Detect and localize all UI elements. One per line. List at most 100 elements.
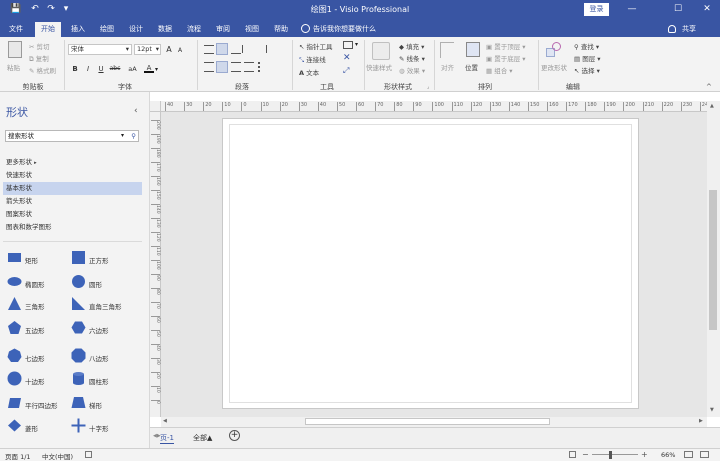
fit-window-icon[interactable]: [684, 451, 693, 458]
zoom-slider-thumb[interactable]: [609, 451, 612, 459]
stencil-more-shapes[interactable]: 更多形状 ▸: [3, 156, 142, 169]
shape-rectangle[interactable]: 矩形: [7, 248, 67, 270]
cut-button[interactable]: ✂ 剪切: [29, 41, 50, 51]
quick-styles-icon[interactable]: [372, 42, 390, 60]
all-pages-button[interactable]: 全部▲: [193, 433, 212, 443]
add-page-icon[interactable]: +: [229, 430, 240, 441]
align-top-icon[interactable]: [204, 45, 214, 54]
zoom-in-icon[interactable]: +: [641, 450, 648, 459]
search-shapes-input[interactable]: 搜索形状 ▾ ⚲: [5, 130, 139, 142]
group-button[interactable]: ▦ 组合 ▾: [486, 65, 513, 75]
share-button[interactable]: 共享: [682, 22, 696, 36]
align-center-icon[interactable]: [216, 61, 228, 73]
line-button[interactable]: ✎ 线条 ▾: [399, 53, 425, 63]
tab-process[interactable]: 流程: [182, 22, 206, 37]
align-middle-icon[interactable]: [216, 43, 228, 55]
quick-styles-button[interactable]: 快速样式: [366, 62, 392, 72]
page-tab-1[interactable]: 页-1: [160, 433, 174, 444]
zoom-out-icon[interactable]: −: [582, 450, 589, 459]
italic-button[interactable]: I: [83, 64, 93, 74]
connection-point-icon[interactable]: ✕: [343, 53, 351, 63]
stencil-quick-shapes[interactable]: 快速形状: [3, 169, 142, 182]
horizontal-ruler[interactable]: 40 30 20 10 0 10 20 30 40 50 60 70 80 90 100 110 120 130 1…: [150, 101, 720, 112]
macro-record-icon[interactable]: [85, 451, 92, 458]
zoom-level[interactable]: 66%: [661, 451, 675, 459]
find-button[interactable]: ⚲ 查找 ▾: [574, 41, 599, 51]
format-painter-button[interactable]: ✎ 格式刷: [29, 65, 56, 75]
align-button[interactable]: 对齐: [441, 62, 454, 72]
select-button[interactable]: ↖ 选择 ▾: [574, 65, 600, 75]
decrease-indent-icon[interactable]: [242, 45, 252, 53]
switch-windows-icon[interactable]: [700, 451, 709, 458]
scroll-up-icon[interactable]: ▲: [710, 103, 714, 109]
align-left-icon[interactable]: [204, 62, 214, 72]
change-shape-button[interactable]: 更改形状: [541, 62, 567, 72]
tab-design[interactable]: 设计: [124, 22, 148, 37]
change-shape-icon[interactable]: [546, 42, 562, 58]
shape-cylinder[interactable]: 圆柱形: [71, 369, 141, 391]
search-icon[interactable]: ⚲: [131, 131, 136, 141]
copy-button[interactable]: ⧉ 复制: [29, 53, 49, 64]
signin-button[interactable]: 登录: [584, 3, 609, 16]
shape-parallelogram[interactable]: 平行四边形: [7, 393, 71, 415]
vertical-scroll-thumb[interactable]: [709, 190, 717, 330]
shrink-font-button[interactable]: A: [175, 46, 185, 56]
bullets-icon[interactable]: [258, 62, 268, 72]
stencil-chart-math-shapes[interactable]: 图表和数学图形: [3, 221, 142, 234]
dialog-launcher-icon[interactable]: ⌟: [427, 84, 429, 90]
paste-icon[interactable]: [8, 41, 22, 58]
tab-file[interactable]: 文件: [4, 22, 28, 37]
send-to-back-button[interactable]: ▣ 置于底层 ▾: [486, 53, 526, 63]
grow-font-button[interactable]: A: [164, 45, 174, 55]
shape-trapezoid[interactable]: 梯形: [71, 393, 141, 415]
stencil-basic-shapes[interactable]: 基本形状: [3, 182, 142, 195]
close-button[interactable]: ✕: [694, 0, 720, 19]
pointer-tool-button[interactable]: ↖ 指针工具: [299, 41, 333, 51]
position-icon[interactable]: [466, 42, 480, 57]
connector-button[interactable]: ⤡ 连接线: [299, 54, 326, 65]
effects-button[interactable]: ◍ 效果 ▾: [399, 65, 425, 75]
font-color-button[interactable]: A: [144, 63, 154, 73]
rectangle-tool-icon[interactable]: [343, 41, 353, 49]
shape-square[interactable]: 正方形: [71, 248, 141, 270]
horizontal-scroll-thumb[interactable]: [305, 418, 550, 425]
font-size-select[interactable]: 12pt ▾: [134, 44, 161, 55]
page-indicator[interactable]: 页面 1/1: [5, 451, 31, 461]
shape-hexagon[interactable]: 六边形: [71, 318, 141, 340]
collapse-panel-icon[interactable]: ‹: [134, 106, 138, 116]
language-indicator[interactable]: 中文(中国): [42, 451, 73, 461]
stencil-pattern-shapes[interactable]: 图案形状: [3, 208, 142, 221]
align-icon[interactable]: [440, 42, 454, 58]
tab-view[interactable]: 视图: [240, 22, 264, 37]
minimize-button[interactable]: —: [619, 0, 645, 19]
text-tool-button[interactable]: A 文本: [299, 67, 319, 77]
fit-page-icon[interactable]: [569, 451, 576, 458]
justify-icon[interactable]: [244, 62, 254, 72]
tab-data[interactable]: 数据: [153, 22, 177, 37]
align-bottom-icon[interactable]: [231, 45, 241, 54]
stencil-arrow-shapes[interactable]: 箭头形状: [3, 195, 142, 208]
shape-pentagon[interactable]: 五边形: [7, 318, 67, 340]
position-button[interactable]: 位置: [465, 62, 478, 72]
shape-right-triangle[interactable]: 直角三角形: [71, 294, 141, 316]
crop-icon[interactable]: ⤢: [343, 66, 349, 76]
align-right-icon[interactable]: [231, 62, 241, 72]
layers-button[interactable]: ▤ 图层 ▾: [574, 53, 601, 63]
chevron-down-icon[interactable]: ▾: [155, 66, 158, 73]
shape-diamond[interactable]: 菱形: [7, 416, 67, 438]
shape-ellipse[interactable]: 椭圆形: [7, 272, 67, 294]
increase-indent-icon[interactable]: [257, 45, 267, 53]
scroll-down-icon[interactable]: ▼: [710, 407, 714, 413]
shape-heptagon[interactable]: 七边形: [7, 346, 67, 368]
paste-button[interactable]: 粘贴: [7, 62, 20, 72]
tab-help[interactable]: 帮助: [269, 22, 293, 37]
fill-button[interactable]: ◆ 填充 ▾: [399, 41, 424, 51]
tell-me-box[interactable]: 告诉我你想要做什么: [313, 22, 393, 37]
tab-draw[interactable]: 绘图: [95, 22, 119, 37]
strikethrough-button[interactable]: abc: [108, 64, 122, 74]
scroll-left-icon[interactable]: ◀: [163, 418, 167, 424]
zoom-slider[interactable]: [592, 454, 638, 455]
shape-decagon[interactable]: 十边形: [7, 369, 67, 391]
shape-cross[interactable]: 十字形: [71, 416, 141, 438]
collapse-ribbon-icon[interactable]: ^: [706, 83, 712, 91]
